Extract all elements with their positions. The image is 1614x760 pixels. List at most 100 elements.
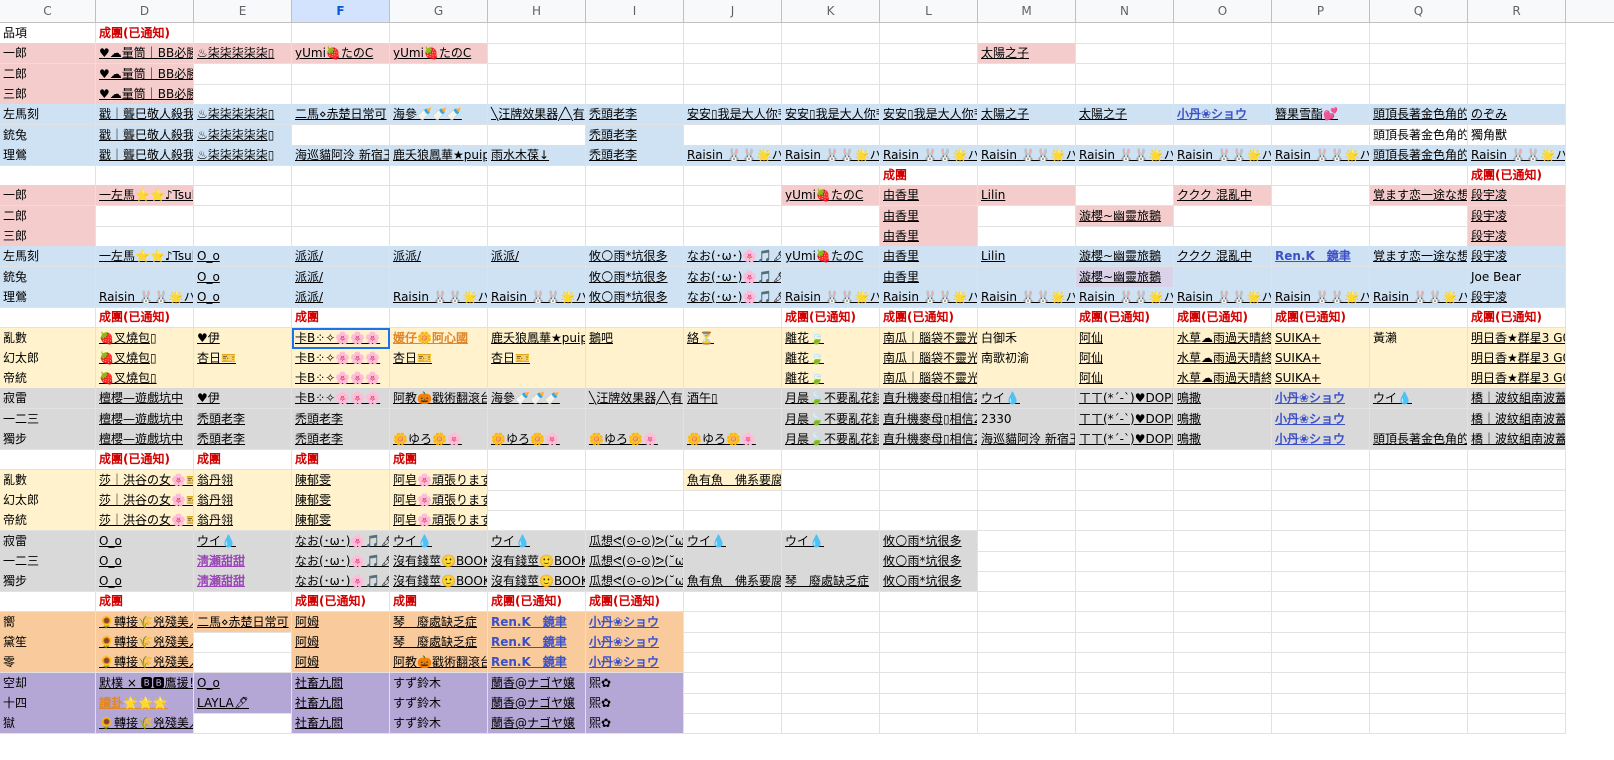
table-cell[interactable]: 琴 廢處缺乏症 bbox=[390, 632, 488, 653]
table-cell[interactable]: 🌻轉接🌾兇殘美人組★小薯 bbox=[96, 713, 194, 735]
table-cell[interactable] bbox=[684, 307, 782, 329]
table-cell[interactable] bbox=[1370, 611, 1468, 633]
table-cell[interactable]: O_o bbox=[194, 672, 292, 694]
table-cell[interactable]: 南瓜｜腦袋不靈光( bbox=[880, 347, 978, 369]
table-cell[interactable]: 由香里 bbox=[880, 226, 978, 247]
table-cell[interactable] bbox=[978, 692, 1076, 714]
table-cell[interactable]: Ren.K 鏡聿 bbox=[488, 611, 586, 633]
row-label-cell[interactable]: 幻太郎 bbox=[0, 347, 96, 369]
column-header-o[interactable]: O bbox=[1174, 0, 1272, 22]
table-cell[interactable] bbox=[782, 489, 880, 511]
table-cell[interactable]: 成團 bbox=[292, 307, 390, 329]
table-cell[interactable]: ククク 混亂中 bbox=[1174, 185, 1272, 207]
table-cell[interactable] bbox=[1076, 83, 1174, 105]
table-cell[interactable] bbox=[782, 550, 880, 572]
table-cell[interactable]: 翁丹翎 bbox=[194, 510, 292, 532]
table-cell[interactable] bbox=[488, 449, 586, 471]
table-cell[interactable] bbox=[880, 672, 978, 694]
table-cell[interactable] bbox=[782, 43, 880, 65]
table-cell[interactable]: 禿頭老李 bbox=[194, 429, 292, 450]
table-cell[interactable]: ♥伊 bbox=[194, 388, 292, 410]
table-cell[interactable] bbox=[488, 266, 586, 288]
table-cell[interactable]: SUIKA+ bbox=[1272, 347, 1370, 369]
table-cell[interactable] bbox=[488, 307, 586, 329]
table-cell[interactable] bbox=[1272, 672, 1370, 694]
row-label-cell[interactable] bbox=[0, 449, 96, 471]
table-cell[interactable] bbox=[1370, 43, 1468, 65]
table-cell[interactable] bbox=[1468, 83, 1566, 105]
row-label-cell[interactable]: 幻太郎 bbox=[0, 489, 96, 511]
table-cell[interactable]: 酒午▯ bbox=[684, 388, 782, 410]
table-cell[interactable]: 海參🍼🍼🍼 bbox=[488, 388, 586, 410]
table-cell[interactable]: 禿頭老李 bbox=[586, 124, 684, 146]
table-cell[interactable] bbox=[390, 205, 488, 227]
row-label-cell[interactable]: 理鶯 bbox=[0, 144, 96, 166]
table-cell[interactable] bbox=[1174, 489, 1272, 511]
table-cell[interactable] bbox=[390, 124, 488, 146]
table-cell[interactable]: 水草☁雨過天晴終 bbox=[1174, 368, 1272, 390]
table-cell[interactable]: 頭頂長著金色角的 bbox=[1370, 144, 1468, 166]
table-cell[interactable]: 陳郁雯 bbox=[292, 489, 390, 511]
table-cell[interactable]: 明日香★群星3 G0 bbox=[1468, 327, 1566, 349]
row-label-cell[interactable]: 亂數 bbox=[0, 327, 96, 349]
row-label-cell[interactable]: 一二三 bbox=[0, 550, 96, 572]
table-cell[interactable] bbox=[488, 489, 586, 511]
table-cell[interactable]: SUIKA+ bbox=[1272, 327, 1370, 349]
table-cell[interactable] bbox=[1272, 205, 1370, 227]
table-cell[interactable] bbox=[194, 591, 292, 613]
table-cell[interactable] bbox=[880, 23, 978, 44]
table-cell[interactable] bbox=[96, 165, 194, 187]
table-cell[interactable]: 戳｜聾巳敬人殺我 bbox=[96, 144, 194, 166]
table-cell[interactable]: 阿姆 bbox=[292, 611, 390, 633]
table-cell[interactable]: 瓜想ᕙ(⊙-⊙)ᕗ(˘ω˘)zzZ bbox=[586, 530, 684, 552]
table-cell[interactable] bbox=[782, 23, 880, 44]
table-cell[interactable] bbox=[194, 165, 292, 187]
table-cell[interactable]: 莎｜洪谷の女🌸🎫 bbox=[96, 489, 194, 511]
table-cell[interactable] bbox=[1468, 530, 1566, 552]
table-cell[interactable] bbox=[684, 165, 782, 187]
table-cell[interactable]: 阿姆 bbox=[292, 632, 390, 653]
table-cell[interactable] bbox=[782, 449, 880, 471]
table-cell[interactable] bbox=[1174, 611, 1272, 633]
table-cell[interactable]: 鹿夭狼鳳華★puipi bbox=[390, 144, 488, 166]
table-cell[interactable] bbox=[880, 692, 978, 714]
table-cell[interactable] bbox=[1174, 713, 1272, 735]
table-cell[interactable]: 禿頭老李 bbox=[292, 408, 390, 430]
table-cell[interactable] bbox=[1076, 23, 1174, 44]
table-cell[interactable] bbox=[292, 63, 390, 85]
table-cell[interactable] bbox=[1174, 632, 1272, 653]
table-cell[interactable] bbox=[1370, 63, 1468, 85]
table-cell[interactable] bbox=[1272, 185, 1370, 207]
table-cell[interactable]: 派派/ bbox=[292, 286, 390, 308]
table-cell[interactable]: 默樸 × 🅱🅱鷹援！ bbox=[96, 672, 194, 694]
table-cell[interactable] bbox=[96, 266, 194, 288]
table-cell[interactable] bbox=[1468, 571, 1566, 593]
table-cell[interactable]: 覚ます恋一途な想 bbox=[1370, 246, 1468, 268]
table-cell[interactable]: 段宇凌 bbox=[1468, 286, 1566, 308]
table-cell[interactable]: 杏日🎫 bbox=[488, 347, 586, 369]
table-cell[interactable] bbox=[390, 83, 488, 105]
row-label-cell[interactable]: 一郎 bbox=[0, 185, 96, 207]
table-cell[interactable]: ㄒㄒ(*´-`)♥DOPPO bbox=[1076, 388, 1174, 410]
table-cell[interactable] bbox=[684, 63, 782, 85]
table-cell[interactable] bbox=[1370, 449, 1468, 471]
table-cell[interactable] bbox=[586, 165, 684, 187]
table-cell[interactable]: LAYLA🖋 bbox=[194, 692, 292, 714]
table-cell[interactable]: 離花🍃 bbox=[782, 327, 880, 349]
table-cell[interactable]: 派派/ bbox=[292, 266, 390, 288]
table-cell[interactable]: 煕✿ bbox=[586, 692, 684, 714]
table-cell[interactable] bbox=[96, 205, 194, 227]
table-cell[interactable]: 小丹❀ショウ bbox=[1272, 429, 1370, 450]
table-cell[interactable]: 太陽之子 bbox=[978, 104, 1076, 126]
table-cell[interactable]: 🌻轉接🌾兇殘美人 bbox=[96, 611, 194, 633]
table-cell[interactable]: 一左馬⭐⭐♪Tsuki bbox=[96, 246, 194, 268]
table-cell[interactable] bbox=[390, 368, 488, 390]
table-cell[interactable]: 莎｜洪谷の女🌸🎫 bbox=[96, 469, 194, 491]
table-cell[interactable] bbox=[96, 226, 194, 247]
table-cell[interactable]: 橋｜波紋組南波蓋 bbox=[1468, 388, 1566, 410]
table-cell[interactable] bbox=[194, 632, 292, 653]
table-cell[interactable] bbox=[292, 165, 390, 187]
table-cell[interactable] bbox=[880, 469, 978, 491]
table-cell[interactable] bbox=[1468, 611, 1566, 633]
table-cell[interactable] bbox=[1370, 550, 1468, 572]
